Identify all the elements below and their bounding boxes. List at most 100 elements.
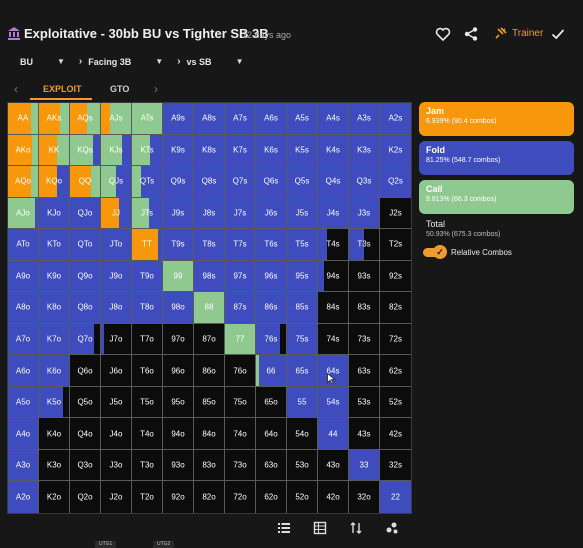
list-icon[interactable] [277, 521, 291, 535]
breadcrumb-position[interactable]: BU ▼ [20, 57, 65, 67]
hand-cell-Q3s[interactable]: Q3s [349, 166, 380, 198]
hand-cell-K6o[interactable]: K6o [39, 355, 70, 387]
hand-cell-QJs[interactable]: QJs [101, 166, 132, 198]
hand-cell-K8s[interactable]: K8s [194, 134, 225, 167]
legend-jam[interactable]: Jam 6.939% (90.4 combos) [419, 102, 574, 136]
hand-cell-A6s[interactable]: A6s [256, 103, 287, 135]
hand-cell-QJo[interactable]: QJo [70, 197, 101, 230]
chevron-left-icon[interactable]: ‹ [14, 82, 18, 96]
hand-cell-76s[interactable]: 76s [256, 323, 287, 356]
table-icon[interactable] [313, 521, 327, 535]
hand-cell-74o[interactable]: 74o [225, 418, 256, 450]
legend-call[interactable]: Call 9.813% (66.3 combos) [419, 180, 574, 214]
hand-cell-43o[interactable]: 43o [318, 449, 349, 482]
heart-icon[interactable] [435, 26, 451, 42]
hand-cell-53s[interactable]: 53s [349, 386, 380, 419]
hand-cell-J3o[interactable]: J3o [101, 449, 132, 482]
hand-cell-A8o[interactable]: A8o [8, 292, 39, 324]
hand-cell-KQs[interactable]: KQs [70, 134, 101, 167]
hand-cell-65s[interactable]: 65s [287, 355, 318, 387]
hand-cell-92s[interactable]: 92s [380, 261, 411, 293]
hand-cell-A4o[interactable]: A4o [8, 418, 39, 450]
hand-cell-65o[interactable]: 65o [256, 386, 287, 419]
hand-cell-A2o[interactable]: A2o [8, 481, 39, 513]
hand-cell-98s[interactable]: 98s [194, 260, 225, 293]
hand-cell-83s[interactable]: 83s [349, 292, 380, 324]
hand-cell-K3s[interactable]: K3s [349, 134, 380, 167]
hand-cell-A9s[interactable]: A9s [163, 103, 194, 135]
hand-cell-AJs[interactable]: AJs [101, 103, 132, 135]
hand-cell-A7o[interactable]: A7o [8, 323, 39, 356]
hand-cell-A2s[interactable]: A2s [380, 103, 411, 135]
hand-cell-42o[interactable]: 42o [318, 481, 349, 513]
hand-cell-A3s[interactable]: A3s [349, 103, 380, 135]
hand-cell-T3s[interactable]: T3s [349, 229, 380, 261]
hand-cell-95s[interactable]: 95s [287, 260, 318, 293]
hand-cell-A5o[interactable]: A5o [8, 386, 39, 419]
hand-cell-KK[interactable]: KK [39, 134, 70, 167]
hand-cell-K5s[interactable]: K5s [287, 134, 318, 167]
hand-cell-Q5o[interactable]: Q5o [70, 386, 101, 419]
hand-cell-J9o[interactable]: J9o [101, 260, 132, 293]
hand-cell-Q6o[interactable]: Q6o [70, 355, 101, 387]
hand-cell-K4o[interactable]: K4o [39, 418, 70, 450]
hand-cell-64o[interactable]: 64o [256, 418, 287, 450]
hand-cell-43s[interactable]: 43s [349, 418, 380, 450]
hand-cell-J3s[interactable]: J3s [349, 197, 380, 230]
hand-cell-Q3o[interactable]: Q3o [70, 449, 101, 482]
hand-cell-T6s[interactable]: T6s [256, 229, 287, 261]
tab-exploit[interactable]: EXPLOIT [43, 84, 82, 94]
hand-cell-A4s[interactable]: A4s [318, 103, 349, 135]
hand-cell-94o[interactable]: 94o [163, 418, 194, 450]
hand-cell-Q8o[interactable]: Q8o [70, 292, 101, 324]
hand-cell-75o[interactable]: 75o [225, 386, 256, 419]
hand-cell-66[interactable]: 66 [256, 355, 287, 387]
hand-cell-K9s[interactable]: K9s [163, 134, 194, 167]
hand-cell-AJo[interactable]: AJo [8, 197, 39, 230]
toggle-track[interactable]: ✓ [423, 245, 447, 259]
hand-cell-J5o[interactable]: J5o [101, 386, 132, 419]
hand-cell-KTs[interactable]: KTs [132, 134, 163, 167]
hand-cell-98o[interactable]: 98o [163, 292, 194, 324]
hand-cell-J2s[interactable]: J2s [380, 198, 411, 230]
hand-cell-J7s[interactable]: J7s [225, 197, 256, 230]
hand-cell-92o[interactable]: 92o [163, 481, 194, 513]
hand-cell-T2s[interactable]: T2s [380, 229, 411, 261]
check-icon[interactable] [550, 26, 566, 42]
hand-cell-J8s[interactable]: J8s [194, 197, 225, 230]
hand-cell-T9s[interactable]: T9s [163, 229, 194, 261]
hand-cell-99[interactable]: 99 [163, 260, 194, 293]
hand-cell-TT[interactable]: TT [132, 229, 163, 261]
hand-cell-96s[interactable]: 96s [256, 260, 287, 293]
hand-cell-86o[interactable]: 86o [194, 355, 225, 387]
hand-cell-Q5s[interactable]: Q5s [287, 166, 318, 198]
hand-cell-J4o[interactable]: J4o [101, 418, 132, 450]
footer-tab-utg1[interactable]: UTG1 [95, 541, 117, 548]
hand-cell-A5s[interactable]: A5s [287, 103, 318, 135]
hand-cell-44[interactable]: 44 [318, 418, 349, 450]
hand-cell-54s[interactable]: 54s [318, 386, 349, 419]
hand-cell-KJo[interactable]: KJo [39, 197, 70, 230]
hand-cell-QTs[interactable]: QTs [132, 166, 163, 198]
hand-cell-86s[interactable]: 86s [256, 292, 287, 324]
hand-cell-54o[interactable]: 54o [287, 418, 318, 450]
hand-cell-K8o[interactable]: K8o [39, 292, 70, 324]
hand-cell-QTo[interactable]: QTo [70, 229, 101, 261]
footer-tab-utg2[interactable]: UTG2 [153, 541, 175, 548]
hand-cell-K7s[interactable]: K7s [225, 134, 256, 167]
hand-cell-KTo[interactable]: KTo [39, 229, 70, 261]
hand-cell-55[interactable]: 55 [287, 386, 318, 419]
hand-cell-T8o[interactable]: T8o [132, 292, 163, 324]
hand-cell-Q9o[interactable]: Q9o [70, 260, 101, 293]
hand-cell-72s[interactable]: 72s [380, 324, 411, 356]
hand-cell-73o[interactable]: 73o [225, 449, 256, 482]
hand-cell-83o[interactable]: 83o [194, 449, 225, 482]
hand-cell-AA[interactable]: AA [8, 103, 39, 135]
tab-gto[interactable]: GTO [110, 84, 129, 94]
hand-cell-A9o[interactable]: A9o [8, 260, 39, 293]
hand-cell-87o[interactable]: 87o [194, 323, 225, 356]
hand-cell-85s[interactable]: 85s [287, 292, 318, 324]
hand-cell-Q7o[interactable]: Q7o [70, 323, 101, 356]
hand-cell-75s[interactable]: 75s [287, 323, 318, 356]
hand-cell-Q9s[interactable]: Q9s [163, 166, 194, 198]
